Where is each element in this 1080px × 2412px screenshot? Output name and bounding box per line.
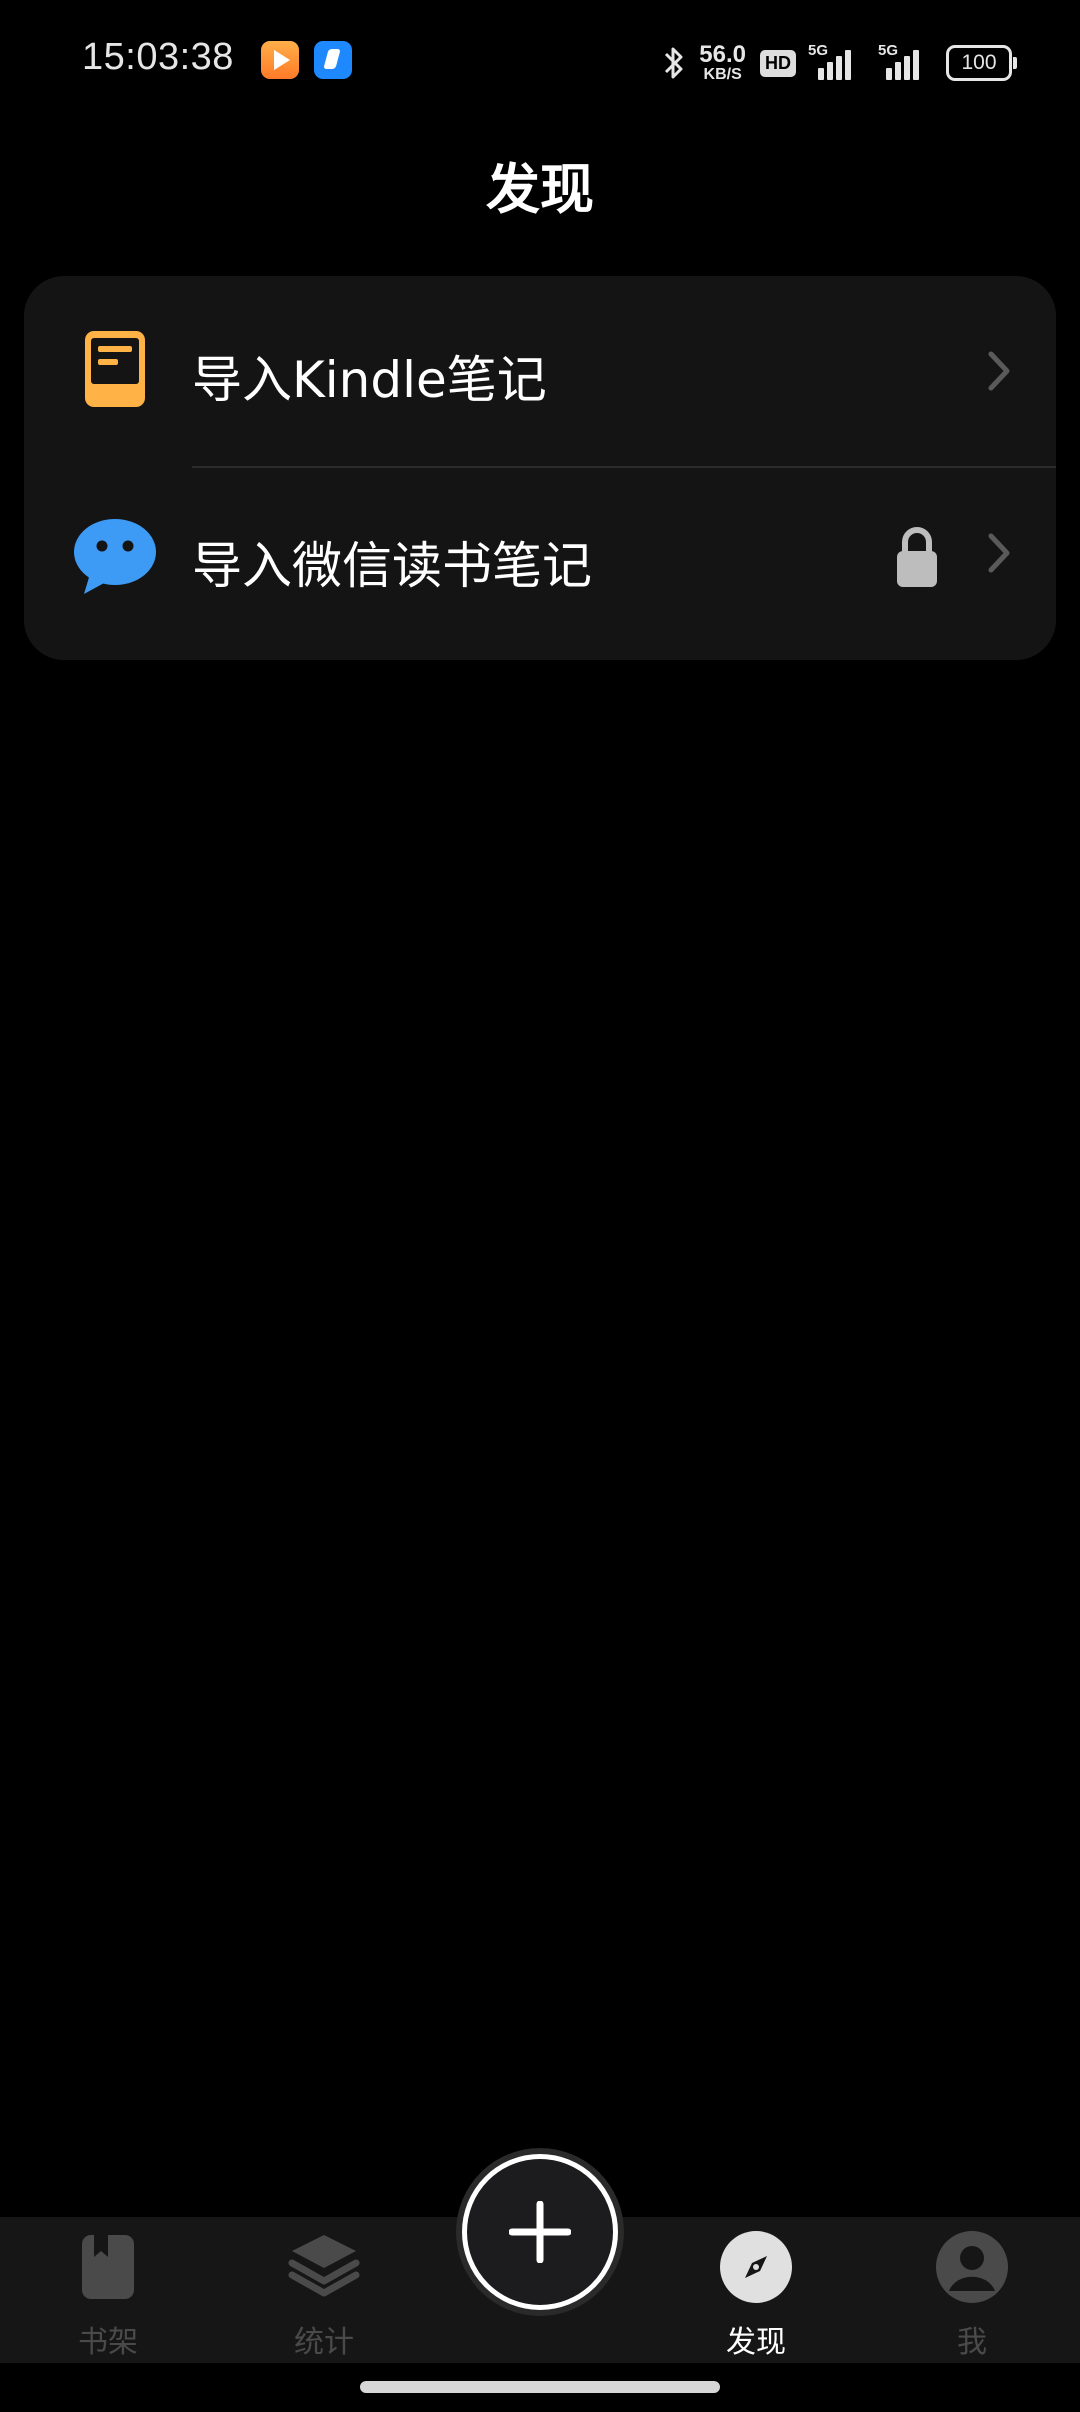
list-item-import-wechat-read[interactable]: 导入微信读书笔记 [24,468,1056,660]
video-app-icon [261,41,299,79]
tab-label: 书架 [78,2325,138,2360]
add-button[interactable] [462,2154,618,2310]
network-speed: 56.0 KB/S [699,43,746,83]
wechat-chat-icon [74,519,156,594]
feishu-app-icon [314,41,352,79]
list-item-import-kindle[interactable]: 导入Kindle笔记 [24,276,1056,468]
tab-profile[interactable]: 我 [882,2231,1062,2363]
network-speed-value: 56.0 [699,41,746,68]
signal-2-icon: 5G [872,42,932,80]
chevron-right-icon [988,533,1010,573]
kindle-book-icon [85,331,145,407]
signal-1-label: 5G [808,42,829,59]
hd-voice-icon: HD [760,49,796,77]
list-item-label: 导入Kindle笔记 [192,351,547,409]
tab-discover[interactable]: 发现 [666,2231,846,2363]
signal-1-icon: 5G [808,42,858,80]
bluetooth-icon [665,47,683,79]
compass-icon [720,2231,792,2303]
network-speed-unit: KB/S [703,66,742,83]
home-indicator[interactable] [360,2381,720,2393]
tab-label: 发现 [726,2325,786,2360]
chevron-right-icon [988,351,1010,391]
tab-label: 我 [957,2325,987,2360]
tab-label: 统计 [294,2325,354,2360]
lock-icon [897,527,937,587]
plus-icon [509,2201,571,2263]
layers-icon [288,2235,360,2297]
status-time: 15:03:38 [82,36,234,78]
page-title: 发现 [486,158,594,221]
tab-statistics[interactable]: 统计 [234,2231,414,2363]
user-icon [936,2231,1008,2303]
status-bar: 15:03:38 56.0 KB/S HD 5G 5G 100 [0,0,1080,124]
signal-2-label: 5G [878,42,899,59]
bookmark-book-icon [82,2235,134,2299]
battery-icon: 100 [946,45,1017,81]
tab-bookshelf[interactable]: 书架 [18,2231,198,2363]
status-indicators: 56.0 KB/S HD 5G 5G 100 [663,38,1017,88]
import-card: 导入Kindle笔记 导入微信读书笔记 [24,276,1056,660]
list-item-label: 导入微信读书笔记 [192,537,592,595]
